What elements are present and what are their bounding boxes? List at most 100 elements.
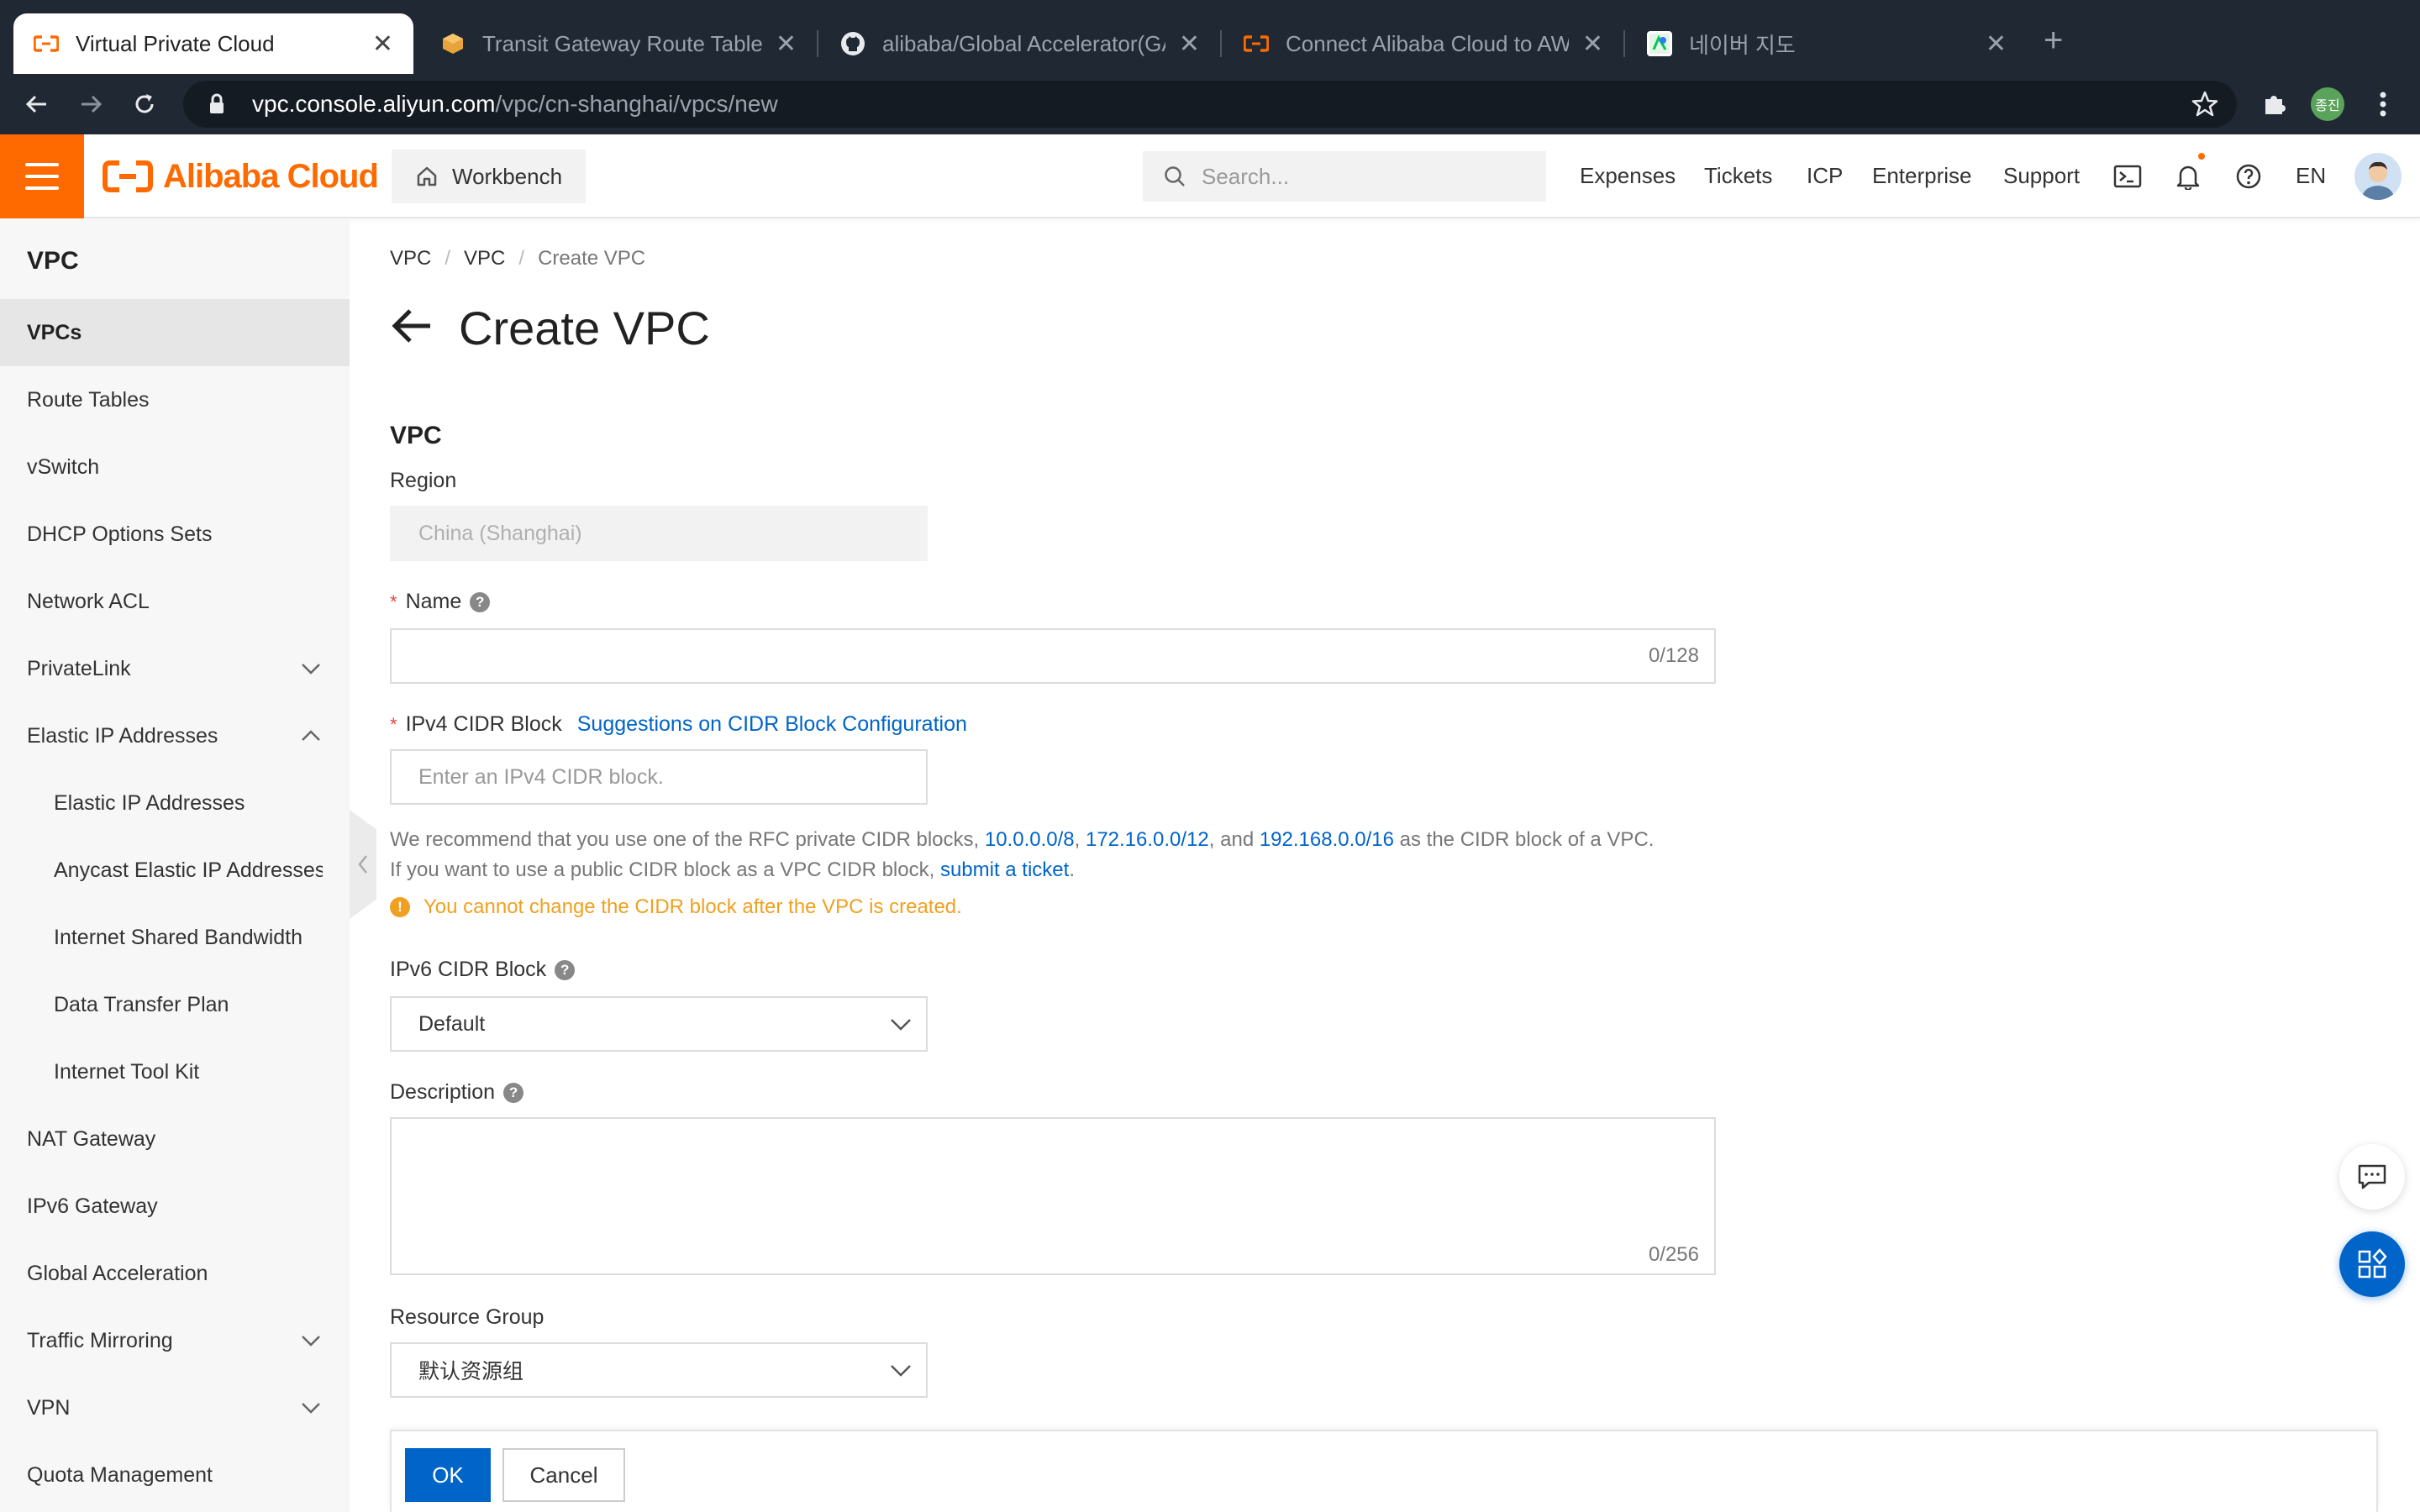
form-footer: OK Cancel	[390, 1430, 2378, 1512]
cancel-button[interactable]: Cancel	[502, 1448, 625, 1502]
quick-apps-button[interactable]	[2339, 1231, 2405, 1297]
help-icon[interactable]: ?	[555, 959, 576, 980]
sidebar-item-label: NAT Gateway	[27, 1126, 156, 1151]
breadcrumb-vpc-list[interactable]: VPC	[464, 247, 505, 270]
close-icon[interactable]: ✕	[1986, 29, 2007, 59]
sidebar-item-label: DHCP Options Sets	[27, 522, 213, 546]
close-icon[interactable]: ✕	[1582, 29, 1603, 59]
breadcrumb-current: Create VPC	[538, 247, 646, 270]
sidebar-item-internet-tool-kit[interactable]: Internet Tool Kit	[0, 1038, 350, 1105]
sidebar-item-label: VPN	[27, 1395, 71, 1420]
main-content: VPC / VPC / Create VPC Create VPC VPC Re…	[350, 218, 2420, 1512]
browser-menu-icon[interactable]	[2363, 84, 2403, 124]
brand-name: Alibaba Cloud	[163, 157, 379, 195]
browser-tab-connect-aws[interactable]: Connect Alibaba Cloud to AWS ✕	[1223, 13, 1623, 74]
name-field[interactable]: 0/128	[390, 628, 1716, 684]
search-input[interactable]	[1202, 163, 1521, 190]
sidebar-item-quota-management[interactable]: Quota Management	[0, 1441, 350, 1509]
region-field: China (Shanghai)	[390, 506, 928, 561]
browser-tab-naver-map[interactable]: 네이버 지도 ✕	[1627, 13, 2027, 74]
sidebar-item-shared-bandwidth[interactable]: Internet Shared Bandwidth	[0, 904, 350, 971]
chevron-down-icon	[299, 1329, 323, 1352]
alibaba-cloud-logo[interactable]: Alibaba Cloud	[103, 156, 379, 197]
workbench-button[interactable]: Workbench	[392, 150, 587, 203]
tab-title: 네이버 지도	[1689, 32, 1796, 58]
sidebar-item-label: Network ACL	[27, 589, 150, 613]
address-bar[interactable]: vpc.console.aliyun.com/vpc/cn-shanghai/v…	[183, 81, 2237, 128]
nav-enterprise[interactable]: Enterprise	[1872, 163, 1972, 189]
cidr-10-link[interactable]: 10.0.0.0/8	[985, 828, 1075, 851]
new-tab-icon[interactable]: +	[2044, 22, 2063, 60]
close-icon[interactable]: ✕	[776, 29, 797, 59]
forward-icon[interactable]	[71, 84, 111, 124]
sidebar-item-nat-gateway[interactable]: NAT Gateway	[0, 1105, 350, 1173]
sidebar-item-data-transfer-plan[interactable]: Data Transfer Plan	[0, 971, 350, 1038]
back-icon[interactable]	[17, 84, 57, 124]
chevron-down-icon	[889, 1359, 913, 1383]
reload-icon[interactable]	[124, 84, 165, 124]
browser-tab-github[interactable]: alibaba/Global Accelerator(GA) ✕	[820, 13, 1220, 74]
browser-toolbar: vpc.console.aliyun.com/vpc/cn-shanghai/v…	[0, 74, 2420, 134]
description-field[interactable]: 0/256	[390, 1117, 1716, 1275]
console-search[interactable]	[1143, 151, 1546, 202]
feedback-chat-button[interactable]	[2339, 1144, 2405, 1210]
cloud-shell-terminal-icon[interactable]	[2111, 160, 2144, 193]
sidebar-item-route-tables[interactable]: Route Tables	[0, 366, 350, 433]
sidebar-item-traffic-mirroring[interactable]: Traffic Mirroring	[0, 1307, 350, 1374]
tab-title: Connect Alibaba Cloud to AWS	[1286, 30, 1569, 56]
sidebar-item-anycast-eip[interactable]: Anycast Elastic IP Addresses	[0, 837, 350, 904]
apps-grid-icon	[2358, 1248, 2387, 1278]
back-arrow-icon[interactable]	[390, 307, 434, 349]
ok-button[interactable]: OK	[405, 1448, 491, 1502]
sidebar-item-elastic-ip-group[interactable]: Elastic IP Addresses	[0, 702, 350, 769]
sidebar-item-vpn[interactable]: VPN	[0, 1374, 350, 1441]
help-icon[interactable]: ?	[470, 591, 491, 612]
chevron-up-icon	[299, 724, 323, 748]
sidebar-item-privatelink[interactable]: PrivateLink	[0, 635, 350, 702]
tab-title: Transit Gateway Route Tables |	[482, 30, 762, 56]
ipv4-cidr-field[interactable]	[390, 749, 928, 805]
resource-group-select[interactable]: 默认资源组	[390, 1342, 928, 1398]
sidebar-item-dhcp-options-sets[interactable]: DHCP Options Sets	[0, 501, 350, 568]
ipv4-cidr-input[interactable]	[418, 764, 926, 790]
browser-tab-vpc[interactable]: Virtual Private Cloud ✕	[13, 13, 413, 74]
resource-group-label: Resource Group	[390, 1305, 544, 1330]
cidr-suggestions-link[interactable]: Suggestions on CIDR Block Configuration	[577, 712, 967, 737]
sidebar-item-ipv6-gateway[interactable]: IPv6 Gateway	[0, 1173, 350, 1240]
nav-tickets[interactable]: Tickets	[1704, 163, 1772, 189]
sidebar-item-network-acl[interactable]: Network ACL	[0, 568, 350, 635]
search-icon	[1165, 166, 1185, 186]
nav-support[interactable]: Support	[2003, 163, 2080, 189]
ipv4-label-text: IPv4 CIDR Block	[405, 712, 562, 736]
description-textarea[interactable]	[418, 1132, 1595, 1250]
aws-box-icon	[440, 31, 466, 56]
close-icon[interactable]: ✕	[1179, 29, 1200, 59]
hint-text: , and	[1208, 828, 1260, 851]
sidebar-item-vswitch[interactable]: vSwitch	[0, 433, 350, 501]
help-icon[interactable]	[2232, 160, 2265, 193]
browser-tab-transit-gateway[interactable]: Transit Gateway Route Tables | ✕	[420, 13, 817, 74]
extensions-puzzle-icon[interactable]	[2254, 84, 2294, 124]
help-icon[interactable]: ?	[503, 1082, 524, 1103]
profile-avatar[interactable]: 종진	[2311, 87, 2344, 121]
sidebar-item-label: Global Acceleration	[27, 1261, 208, 1285]
menu-hamburger-icon[interactable]	[0, 134, 84, 218]
ipv6-cidr-select[interactable]: Default	[390, 996, 928, 1052]
user-avatar[interactable]	[2354, 153, 2402, 200]
sidebar-item-vpcs[interactable]: VPCs	[0, 299, 350, 366]
close-icon[interactable]: ✕	[372, 29, 393, 59]
cidr-172-link[interactable]: 172.16.0.0/12	[1086, 828, 1209, 851]
cidr-192-link[interactable]: 192.168.0.0/16	[1260, 828, 1394, 851]
breadcrumb-vpc-console[interactable]: VPC	[390, 247, 431, 270]
sidebar-item-global-acceleration[interactable]: Global Acceleration	[0, 1240, 350, 1307]
sidebar-item-elastic-ip-addresses[interactable]: Elastic IP Addresses	[0, 769, 350, 837]
github-icon	[840, 31, 865, 56]
nav-expenses[interactable]: Expenses	[1580, 163, 1676, 189]
name-input[interactable]	[418, 643, 1595, 669]
notification-bell-icon[interactable]	[2171, 160, 2205, 193]
submit-ticket-link[interactable]: submit a ticket	[940, 858, 1069, 881]
bookmark-star-icon[interactable]	[2188, 87, 2222, 125]
nav-icp[interactable]: ICP	[1807, 163, 1843, 189]
description-label: Description ?	[390, 1080, 524, 1105]
language-switch[interactable]: EN	[2296, 163, 2326, 189]
